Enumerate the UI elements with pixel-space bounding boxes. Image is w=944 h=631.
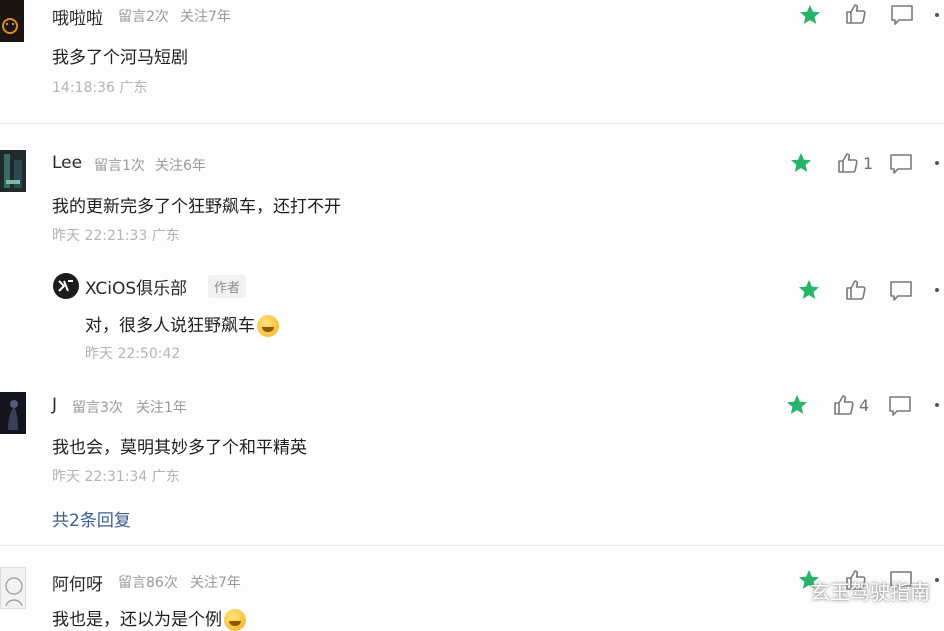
star-icon[interactable] (784, 392, 810, 418)
message-count: 留言1次 (94, 158, 145, 174)
like-count: 1 (863, 153, 874, 173)
follow-duration: 关注7年 (190, 575, 241, 591)
watermark: 玄玉驾驶指南 (810, 580, 930, 604)
comment-time: 14:18:36 广东 (52, 80, 148, 96)
thumbs-up-icon (844, 278, 868, 302)
username[interactable]: Lee (52, 153, 82, 173)
avatar[interactable] (0, 392, 26, 434)
comment-icon[interactable] (888, 152, 914, 176)
message-count: 留言2次 (118, 9, 169, 25)
reply-text: 对，很多人说狂野飙车 (85, 311, 279, 337)
comment-time: 昨天 22:21:33 广东 (52, 228, 180, 244)
username[interactable]: 阿何呀 (52, 570, 103, 595)
more-icon[interactable] (930, 402, 944, 408)
comment-icon[interactable] (888, 279, 914, 303)
star-icon[interactable] (797, 2, 823, 28)
emoji-icon (224, 609, 246, 631)
divider (0, 123, 944, 124)
message-count: 留言86次 (118, 575, 178, 591)
reply-text-content: 对，很多人说狂野飙车 (85, 316, 255, 336)
author-avatar[interactable] (53, 273, 79, 299)
more-icon[interactable] (930, 577, 944, 583)
thumbs-up-icon (836, 151, 860, 175)
like-button[interactable] (844, 278, 868, 302)
comment-text-content: 我也是，还以为是个例 (52, 610, 222, 630)
laugh-emoji-icon (257, 315, 279, 337)
comment-time: 昨天 22:31:34 广东 (52, 469, 180, 485)
comment-text: 我也会，莫明其妙多了个和平精英 (52, 438, 307, 458)
star-icon[interactable] (788, 150, 814, 176)
like-button[interactable]: 1 (836, 151, 873, 175)
comment-icon[interactable] (887, 394, 913, 418)
author-badge: 作者 (208, 275, 247, 298)
more-icon[interactable] (930, 287, 944, 293)
message-count: 留言3次 (72, 400, 123, 416)
reply-time: 昨天 22:50:42 (85, 346, 181, 362)
avatar[interactable] (0, 0, 24, 42)
like-count: 4 (859, 395, 870, 415)
avatar[interactable] (0, 567, 26, 609)
like-button[interactable] (844, 2, 868, 26)
avatar[interactable] (0, 150, 26, 192)
like-button[interactable]: 4 (832, 393, 869, 417)
comment-icon[interactable] (889, 3, 915, 27)
thumbs-up-icon (844, 2, 868, 26)
follow-duration: 关注6年 (155, 158, 206, 174)
view-replies-link[interactable]: 共2条回复 (52, 506, 131, 531)
comment-text: 我的更新完多了个狂野飙车，还打不开 (52, 197, 341, 217)
star-icon[interactable] (796, 277, 822, 303)
comment-text: 我多了个河马短剧 (52, 48, 188, 68)
divider (0, 545, 944, 546)
thumbs-up-icon (832, 393, 856, 417)
author-name[interactable]: XCiOS俱乐部 (85, 274, 187, 299)
username[interactable]: 哦啦啦 (52, 4, 103, 29)
follow-duration: 关注1年 (136, 400, 187, 416)
comment-text: 我也是，还以为是个例 (52, 605, 246, 631)
username[interactable]: J (52, 395, 57, 415)
more-icon[interactable] (930, 12, 944, 18)
more-icon[interactable] (930, 160, 944, 166)
follow-duration: 关注7年 (180, 9, 231, 25)
